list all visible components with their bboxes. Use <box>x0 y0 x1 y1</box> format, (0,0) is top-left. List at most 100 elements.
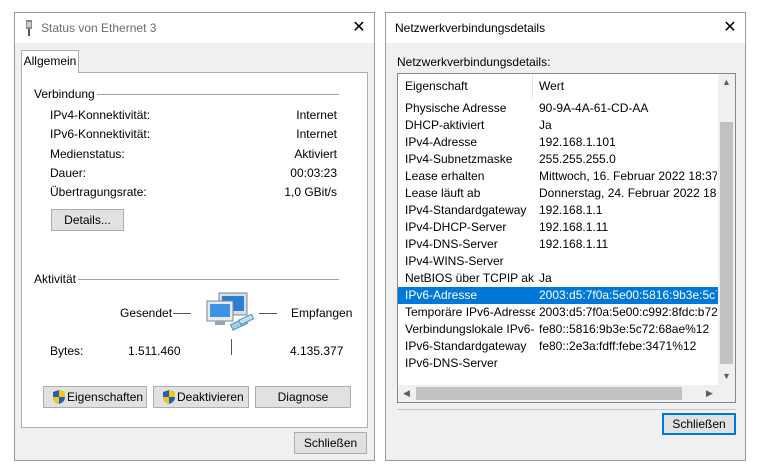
horizontal-scrollbar[interactable]: ◀ ▶ <box>398 385 718 402</box>
property-cell: Lease erhalten <box>405 169 485 183</box>
ethernet-icon <box>26 20 32 36</box>
property-cell: IPv6-Standardgateway <box>405 339 527 353</box>
property-cell: DHCP-aktiviert <box>405 118 485 132</box>
table-row[interactable]: Lease läuft ab Donnerstag, 24. Februar 20… <box>398 185 718 202</box>
details-close-icon[interactable]: ✕ <box>719 17 741 39</box>
details-divider <box>397 409 736 410</box>
scroll-left-icon[interactable]: ◀ <box>398 385 415 402</box>
table-row[interactable]: NetBIOS über TCPIP ak... Ja <box>398 270 718 287</box>
vertical-scroll-thumb[interactable] <box>720 122 733 364</box>
value-cell: Mittwoch, 16. Februar 2022 18:37:23 <box>539 169 717 183</box>
table-row[interactable]: Temporäre IPv6-Adresse 2003:d5:7f0a:5e00:… <box>398 304 718 321</box>
details-close-button[interactable]: Schließen <box>662 413 736 435</box>
stat-value: 00:03:23 <box>290 166 337 180</box>
bytes-label: Bytes: <box>50 344 84 358</box>
table-row[interactable]: Physische Adresse 90-9A-4A-61-CD-AA <box>398 100 718 117</box>
property-cell: Verbindungslokale IPv6-... <box>405 322 535 336</box>
value-cell: 192.168.1.101 <box>539 135 616 149</box>
value-cell: Donnerstag, 24. Februar 2022 18:37:23 <box>539 186 717 200</box>
table-row[interactable]: IPv4-Subnetzmaske 255.255.255.0 <box>398 151 718 168</box>
general-panel: Verbindung IPv4-Konnektivität: Internet … <box>21 72 368 428</box>
scroll-down-icon[interactable]: ▼ <box>718 368 735 385</box>
status-window: Status von Ethernet 3 ✕ Allgemein Verbin… <box>14 12 375 461</box>
network-computers-icon <box>206 292 255 331</box>
bytes-received-value: 4.135.377 <box>290 344 344 358</box>
details-titlebar[interactable]: Netzwerkverbindungsdetails ✕ <box>386 13 745 43</box>
column-separator[interactable] <box>532 74 533 98</box>
stat-label: Übertragungsrate: <box>50 185 147 199</box>
column-header-value[interactable]: Wert <box>539 79 564 93</box>
connection-group-label: Verbindung <box>34 87 97 101</box>
value-cell: fe80::5816:9b3e:5c72:68ae%12 <box>539 322 710 336</box>
disable-button-label: Deaktivieren <box>177 390 244 404</box>
status-window-title: Status von Ethernet 3 <box>41 21 157 35</box>
table-row[interactable]: IPv4-DHCP-Server 192.168.1.11 <box>398 219 718 236</box>
details-listview[interactable]: Eigenschaft Wert Physische Adresse 90-9A-… <box>397 73 736 403</box>
stat-value: Internet <box>296 108 337 122</box>
value-cell: 90-9A-4A-61-CD-AA <box>539 101 649 115</box>
received-label: Empfangen <box>291 306 353 320</box>
table-row[interactable]: IPv6-Adresse 2003:d5:7f0a:5e00:5816:9b3e:… <box>398 287 718 304</box>
stat-label: Dauer: <box>50 166 87 180</box>
status-close-icon[interactable]: ✕ <box>348 17 370 39</box>
property-cell: IPv4-DNS-Server <box>405 237 498 251</box>
table-row[interactable]: IPv4-Adresse 192.168.1.101 <box>398 134 718 151</box>
status-titlebar[interactable]: Status von Ethernet 3 ✕ <box>15 13 374 43</box>
properties-button-label: Eigenschaften <box>67 390 144 404</box>
table-row[interactable]: DHCP-aktiviert Ja <box>398 117 718 134</box>
table-row[interactable]: Lease erhalten Mittwoch, 16. Februar 2022… <box>398 168 718 185</box>
stat-value: Internet <box>296 127 337 141</box>
sent-line <box>173 313 191 314</box>
tab-allgemein[interactable]: Allgemein <box>21 50 79 73</box>
stat-label: IPv6-Konnektivität: <box>50 127 151 141</box>
scroll-corner <box>718 385 735 402</box>
vertical-scrollbar[interactable]: ▲ ▼ <box>718 74 735 385</box>
details-button[interactable]: Details... <box>51 209 124 231</box>
listview-header: Eigenschaft Wert <box>398 74 718 98</box>
bytes-divider <box>231 339 232 355</box>
value-cell: fe80::2e3a:fdff:febe:3471%12 <box>539 339 697 353</box>
shield-icon <box>53 390 65 404</box>
property-cell: IPv4-DHCP-Server <box>405 220 507 234</box>
status-close-button[interactable]: Schließen <box>294 432 367 454</box>
value-cell: 255.255.255.0 <box>539 152 616 166</box>
property-cell: IPv4-Subnetzmaske <box>405 152 513 166</box>
stat-label: Medienstatus: <box>50 147 125 161</box>
bytes-sent-value: 1.511.460 <box>128 344 181 358</box>
scroll-up-icon[interactable]: ▲ <box>718 74 735 91</box>
properties-button[interactable]: Eigenschaften <box>43 386 147 408</box>
table-row[interactable]: IPv4-WINS-Server <box>398 253 718 270</box>
property-cell: Lease läuft ab <box>405 186 481 200</box>
horizontal-scroll-thumb[interactable] <box>416 387 682 400</box>
property-cell: IPv4-Adresse <box>405 135 478 149</box>
value-cell: 2003:d5:7f0a:5e00:5816:9b3e:5c72:68ae <box>539 288 717 302</box>
disable-button[interactable]: Deaktivieren <box>153 386 249 408</box>
details-window: Netzwerkverbindungsdetails ✕ Netzwerkver… <box>385 12 746 461</box>
table-row[interactable]: Verbindungslokale IPv6-... fe80::5816:9b3… <box>398 321 718 338</box>
stat-label: IPv4-Konnektivität: <box>50 108 151 122</box>
property-cell: IPv4-Standardgateway <box>405 203 527 217</box>
stat-value: Aktiviert <box>294 147 337 161</box>
stat-value: 1,0 GBit/s <box>284 185 337 199</box>
activity-group-label: Aktivität <box>34 272 79 286</box>
property-cell: IPv6-Adresse <box>405 288 478 302</box>
table-row[interactable]: IPv4-Standardgateway 192.168.1.1 <box>398 202 718 219</box>
scroll-right-icon[interactable]: ▶ <box>701 385 718 402</box>
property-cell: IPv6-DNS-Server <box>405 356 498 370</box>
table-row[interactable]: IPv6-Standardgateway fe80::2e3a:fdff:febe… <box>398 338 718 355</box>
value-cell: Ja <box>539 118 552 132</box>
value-cell: Ja <box>539 271 552 285</box>
activity-group-rule <box>49 279 339 280</box>
column-header-property[interactable]: Eigenschaft <box>405 79 468 93</box>
details-window-title: Netzwerkverbindungsdetails <box>395 21 546 35</box>
table-row[interactable]: IPv6-DNS-Server <box>398 355 718 372</box>
property-cell: Physische Adresse <box>405 101 507 115</box>
value-cell: 192.168.1.1 <box>539 203 603 217</box>
value-cell: 192.168.1.11 <box>539 237 609 251</box>
value-cell: 2003:d5:7f0a:5e00:c992:8fdc:b72a:d <box>539 305 717 319</box>
property-cell: NetBIOS über TCPIP ak... <box>405 271 535 285</box>
details-heading: Netzwerkverbindungsdetails: <box>397 55 551 69</box>
diagnose-button[interactable]: Diagnose <box>255 386 351 408</box>
table-row[interactable]: IPv4-DNS-Server 192.168.1.11 <box>398 236 718 253</box>
received-line <box>259 313 277 314</box>
